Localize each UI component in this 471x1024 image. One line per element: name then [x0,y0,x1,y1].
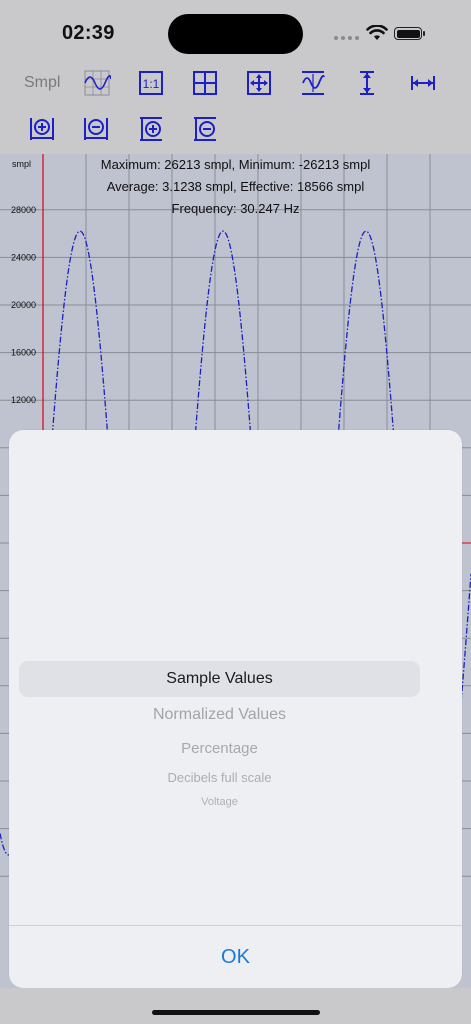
picker-option-decibels-full-scale[interactable]: Decibels full scale [9,770,430,785]
picker-option-sample-values[interactable]: Sample Values [9,670,430,688]
horizontal-zoom-in-icon[interactable] [27,114,57,144]
vertical-expand-icon[interactable] [352,68,382,98]
picker-option-percentage[interactable]: Percentage [9,740,430,757]
status-bar: 02:39 [0,0,471,62]
wifi-icon [366,24,388,46]
unit-mode-button[interactable]: Smpl [24,74,60,92]
fit-waveform-icon[interactable] [298,68,328,98]
unit-picker-sheet: Sample Values Normalized Values Percenta… [9,430,462,988]
battery-icon [394,27,425,40]
cellular-signal-icon [334,36,359,40]
move-arrows-icon[interactable] [244,68,274,98]
unit-picker-wheel[interactable]: Sample Values Normalized Values Percenta… [9,430,462,925]
one-to-one-icon[interactable]: 1:1 [136,68,166,98]
toolbar: Smpl 1:1 [0,62,471,154]
bottom-bar [0,988,471,1024]
picker-option-voltage[interactable]: Voltage [9,796,430,808]
ok-button[interactable]: OK [9,926,462,988]
status-time: 02:39 [62,22,115,44]
vertical-zoom-out-icon[interactable] [190,114,220,144]
picker-option-normalized-values[interactable]: Normalized Values [9,706,430,724]
dynamic-island [168,14,303,54]
home-indicator[interactable] [152,1010,320,1015]
horizontal-zoom-out-icon[interactable] [81,114,111,144]
grid-icon[interactable] [190,68,220,98]
horizontal-expand-icon[interactable] [408,68,438,98]
svg-text:1:1: 1:1 [143,77,160,91]
waveform-grid-icon[interactable] [82,68,112,98]
vertical-zoom-in-icon[interactable] [136,114,166,144]
